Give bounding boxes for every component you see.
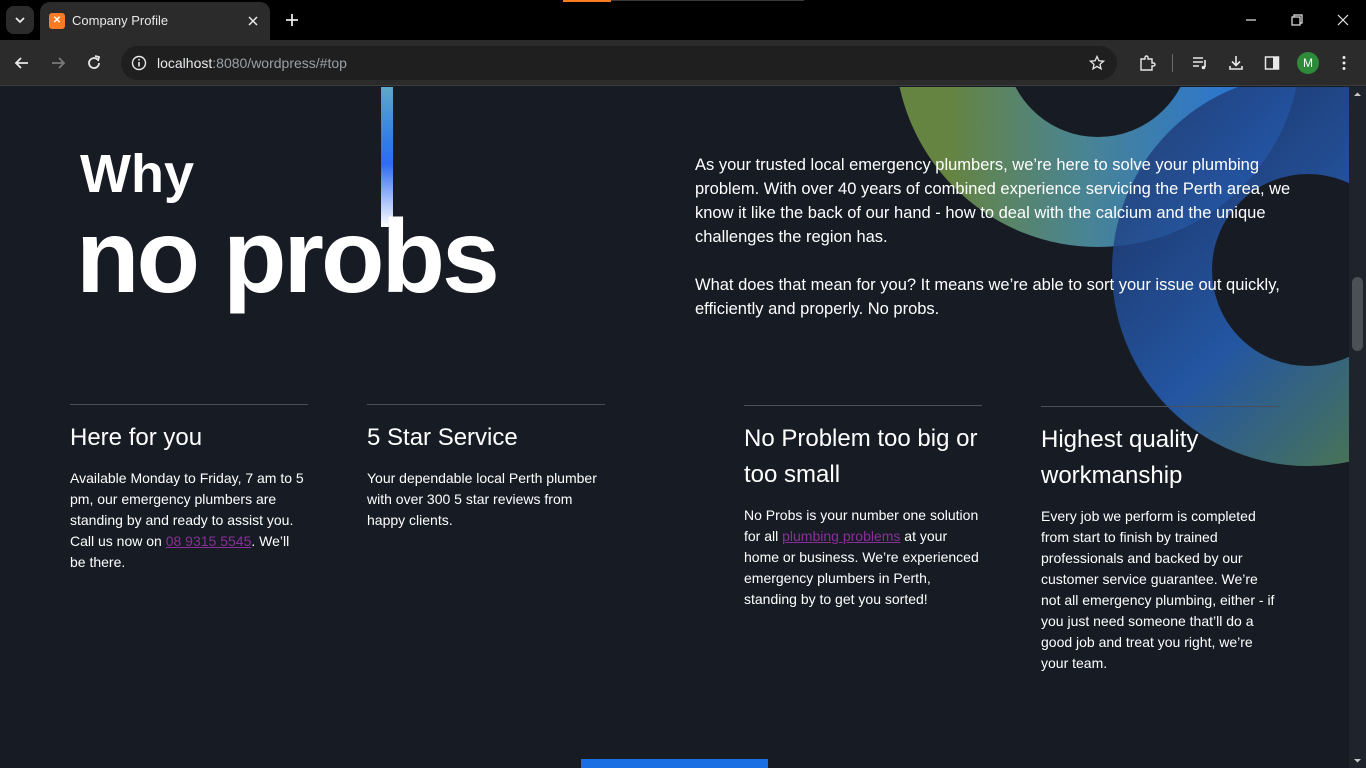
side-panel-button[interactable] [1260, 51, 1284, 75]
intro-text: As your trusted local emergency plumbers… [695, 153, 1325, 321]
url-host: localhost [157, 55, 213, 71]
bookmark-button[interactable] [1087, 53, 1107, 73]
scrollbar-thumb[interactable] [1352, 277, 1363, 351]
plumbing-problems-link[interactable]: plumbing problems [782, 528, 900, 544]
scroll-down-arrow-icon[interactable] [1353, 756, 1362, 765]
tab-search-button[interactable] [6, 6, 34, 34]
download-icon [1229, 56, 1243, 70]
toolbar-separator [1172, 54, 1173, 72]
feature-title: Highest quality workmanship [1041, 426, 1199, 489]
page-viewport: Why no probs As your trusted local emerg… [0, 87, 1349, 768]
site-info-button[interactable] [129, 53, 149, 73]
chevron-down-icon [15, 17, 25, 24]
xampp-favicon-icon: ✕ [49, 13, 65, 29]
plus-icon [286, 14, 298, 26]
feature-body: Available Monday to Friday, 7 am to 5 pm… [70, 468, 308, 573]
downloads-button[interactable] [1224, 51, 1248, 75]
new-tab-button[interactable] [280, 8, 304, 32]
tab-title: Company Profile [72, 13, 169, 28]
minimize-icon [1246, 19, 1256, 21]
tab-bar: ✕ Company Profile [0, 0, 1366, 40]
arrow-left-icon [14, 57, 28, 69]
more-vertical-icon [1342, 56, 1346, 70]
url-text: localhost:8080/wordpress/#top [157, 55, 347, 71]
active-tab[interactable]: ✕ Company Profile [40, 2, 270, 40]
browser-toolbar: localhost:8080/wordpress/#top [0, 40, 1366, 86]
window-close-button[interactable] [1320, 0, 1366, 40]
feature-title: Here for you [70, 424, 203, 451]
scroll-up-arrow-icon[interactable] [1353, 90, 1362, 99]
feature-5-star-service: 5 Star Service Your dependable local Per… [367, 404, 605, 531]
minimize-button[interactable] [1228, 0, 1274, 40]
feature-title: No Problem too big or too small [744, 425, 978, 488]
page-scrollbar[interactable] [1349, 87, 1366, 768]
forward-button[interactable] [44, 49, 72, 77]
intro-paragraph-2: What does that mean for you? It means we… [695, 276, 1280, 318]
playlist-icon [1193, 57, 1206, 70]
back-button[interactable] [8, 49, 36, 77]
media-control-button[interactable] [1188, 51, 1212, 75]
restore-button[interactable] [1274, 0, 1320, 40]
tab-strip-divider [611, 0, 804, 1]
hero-heading-why: Why [80, 144, 194, 204]
close-icon [1337, 14, 1349, 26]
close-icon [248, 16, 258, 26]
extensions-button[interactable] [1135, 51, 1159, 75]
feature-body: Every job we perform is completed from s… [1041, 508, 1275, 671]
reload-icon [88, 55, 101, 69]
feature-body: No Probs is your number one solution for… [744, 505, 982, 610]
intro-paragraph-1: As your trusted local emergency plumbers… [695, 156, 1291, 246]
next-section-accent-bar [581, 759, 768, 768]
feature-no-problem: No Problem too big or too small No Probs… [744, 405, 982, 610]
side-panel-icon [1264, 56, 1280, 70]
phone-link[interactable]: 08 9315 5545 [166, 533, 252, 549]
arrow-right-icon [52, 57, 66, 69]
address-bar[interactable]: localhost:8080/wordpress/#top [121, 46, 1117, 80]
tab-close-button[interactable] [244, 12, 262, 30]
url-path: :8080/wordpress/#top [212, 55, 347, 71]
puzzle-icon [1140, 55, 1156, 71]
info-icon [131, 55, 147, 71]
feature-title: 5 Star Service [367, 424, 518, 451]
star-icon [1089, 55, 1105, 71]
browser-menu-button[interactable] [1332, 51, 1356, 75]
feature-here-for-you: Here for you Available Monday to Friday,… [70, 404, 308, 573]
feature-highest-quality: Highest quality workmanship Every job we… [1041, 406, 1279, 674]
tab-strip-indicator [563, 0, 611, 2]
feature-body: Your dependable local Perth plumber with… [367, 470, 597, 528]
profile-avatar[interactable]: M [1297, 52, 1319, 74]
hero-heading-no-probs: no probs [76, 199, 500, 315]
reload-button[interactable] [80, 49, 108, 77]
restore-icon [1291, 14, 1303, 26]
